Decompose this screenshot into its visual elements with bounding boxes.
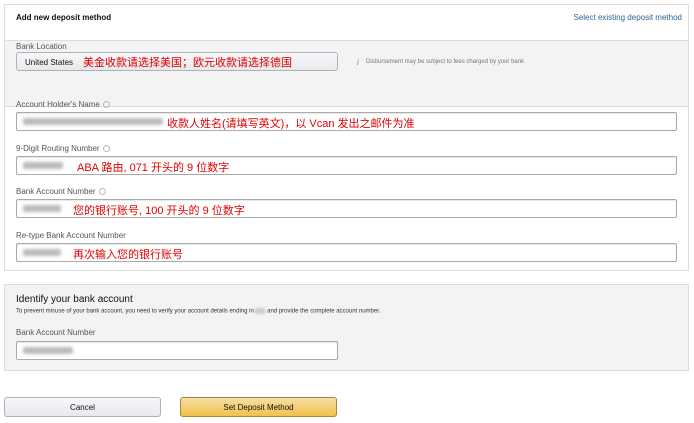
identify-desc-after: and provide the complete account number. xyxy=(267,308,381,315)
retype-account-label: Re-type Bank Account Number xyxy=(16,231,126,240)
account-number-input[interactable]: 您的银行账号, 100 开头的 9 位数字 xyxy=(16,199,677,218)
bank-location-select[interactable]: United States 美金收款请选择美国；欧元收款请选择德国 xyxy=(16,52,338,71)
select-existing-link[interactable]: Select existing deposit method xyxy=(573,13,682,22)
holder-name-label: Account Holder's Name xyxy=(16,100,110,109)
routing-input[interactable]: ABA 路由, 071 开头的 9 位数字 xyxy=(16,156,677,175)
routing-label: 9-Digit Routing Number xyxy=(16,144,110,153)
set-deposit-method-button[interactable]: Set Deposit Method xyxy=(180,397,337,417)
help-icon[interactable] xyxy=(98,188,106,196)
blurred-value xyxy=(23,347,73,354)
account-number-annotation: 您的银行账号, 100 开头的 9 位数字 xyxy=(73,205,245,217)
info-icon: i xyxy=(357,58,359,67)
help-icon[interactable] xyxy=(102,145,110,153)
routing-annotation: ABA 路由, 071 开头的 9 位数字 xyxy=(77,162,230,174)
bank-location-value: United States xyxy=(25,58,74,67)
retype-account-input[interactable]: 再次输入您的银行账号 xyxy=(16,243,677,262)
help-icon[interactable] xyxy=(102,101,110,109)
page-title: Add new deposit method xyxy=(16,13,112,22)
retype-account-annotation: 再次输入您的银行账号 xyxy=(73,249,183,261)
bank-location-section xyxy=(5,41,688,107)
cancel-button[interactable]: Cancel xyxy=(4,397,161,417)
blurred-digits xyxy=(255,308,266,314)
fee-note: Disbursement may be subject to fees char… xyxy=(366,59,525,65)
blurred-value xyxy=(23,205,61,212)
bank-location-annotation: 美金收款请选择美国；欧元收款请选择德国 xyxy=(83,57,292,69)
identify-title: Identify your bank account xyxy=(16,294,133,305)
blurred-value xyxy=(23,162,63,169)
routing-label-text: 9-Digit Routing Number xyxy=(16,144,100,153)
holder-name-label-text: Account Holder's Name xyxy=(16,100,100,109)
bank-location-label: Bank Location xyxy=(16,42,67,51)
account-number-label: Bank Account Number xyxy=(16,187,106,196)
identify-desc-before: To prevent misuse of your bank account, … xyxy=(16,308,254,315)
account-number-label-text: Bank Account Number xyxy=(16,187,96,196)
holder-name-annotation: 收款人姓名(请填写英文)，以 Vcan 发出之邮件为准 xyxy=(167,118,415,130)
form-header: Add new deposit method Select existing d… xyxy=(5,5,688,41)
verify-account-label: Bank Account Number xyxy=(16,328,96,337)
blurred-value xyxy=(23,249,61,256)
holder-name-input[interactable]: 收款人姓名(请填写英文)，以 Vcan 发出之邮件为准 xyxy=(16,112,677,131)
blurred-value xyxy=(23,118,163,125)
identify-description: To prevent misuse of your bank account, … xyxy=(16,308,381,315)
verify-account-input[interactable] xyxy=(16,341,338,360)
